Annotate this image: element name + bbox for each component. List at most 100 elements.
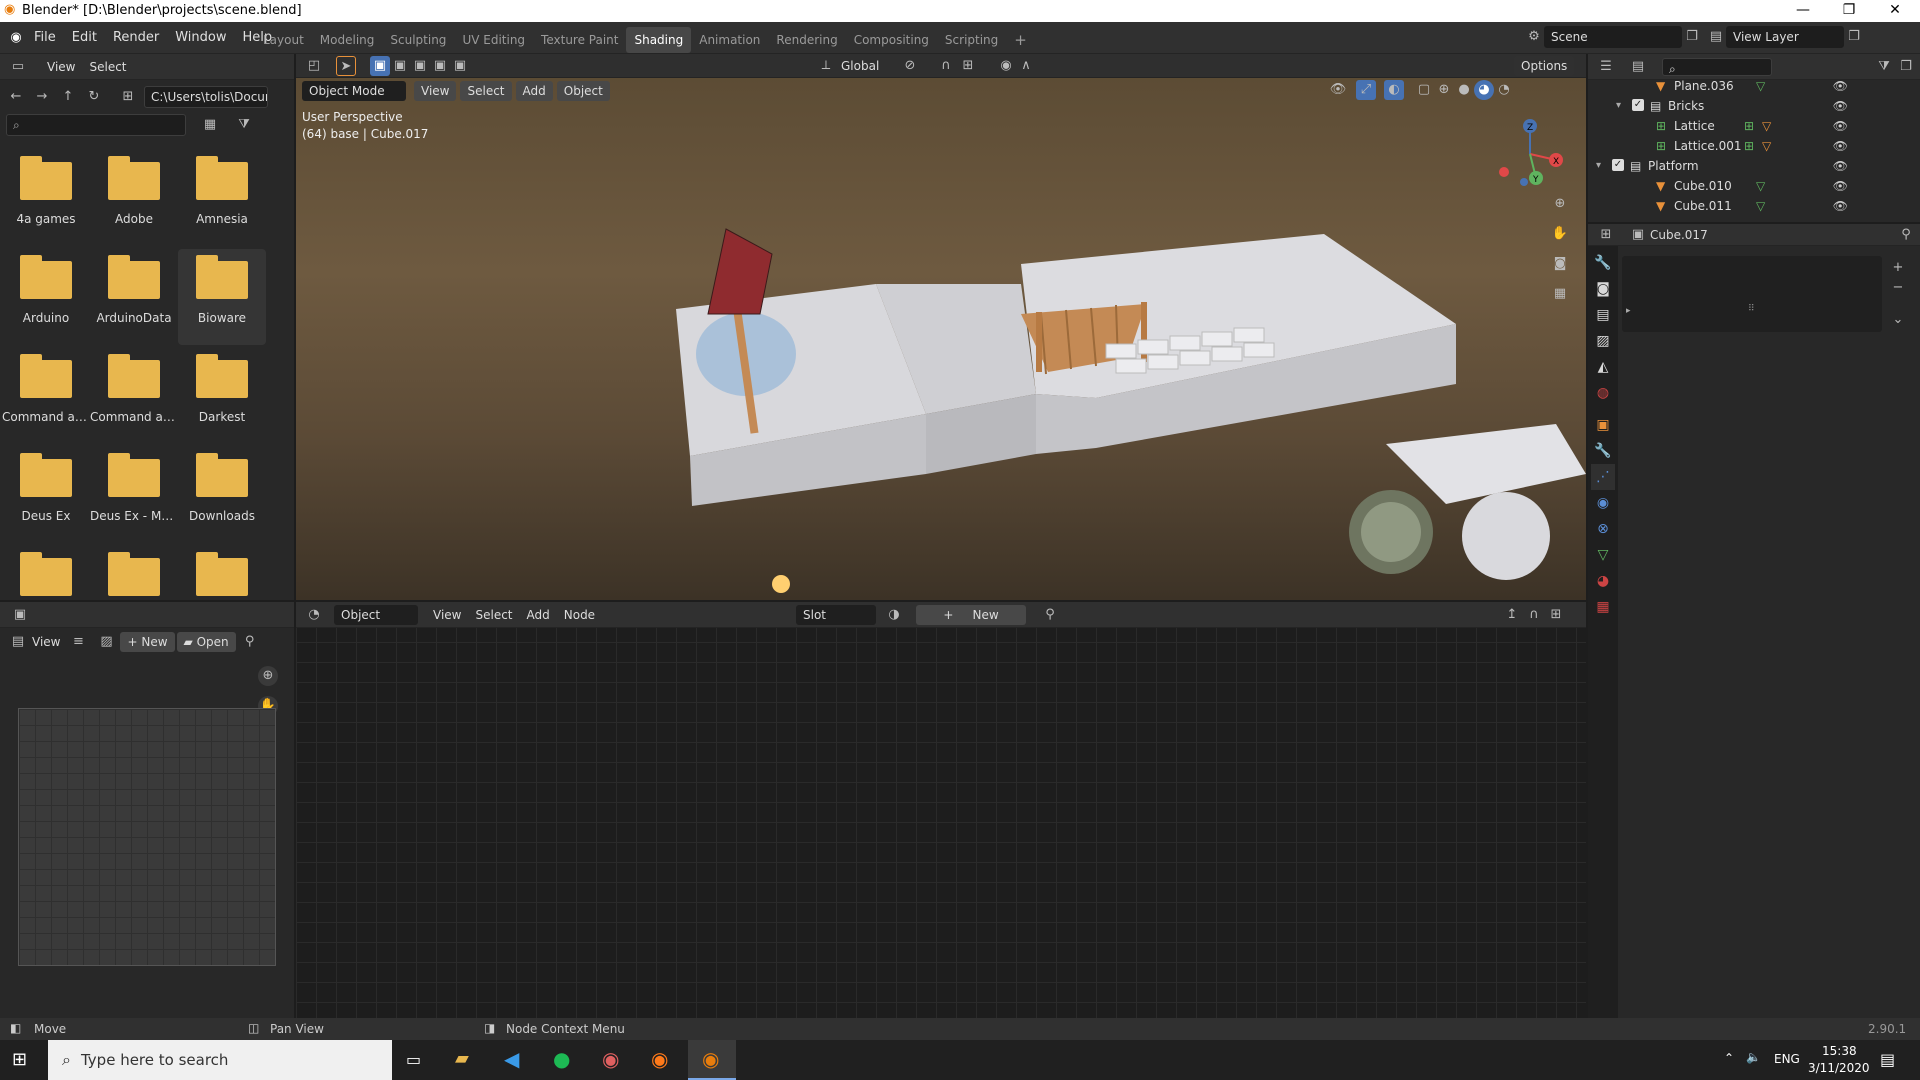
collection-checkbox[interactable]: ✓ <box>1612 159 1624 171</box>
display-mode-icon[interactable]: ▦ <box>200 115 220 135</box>
zoom-icon[interactable]: ⊕ <box>258 666 278 686</box>
output-tab-icon[interactable]: ▤ <box>1591 302 1615 328</box>
maximize-button[interactable]: ❐ <box>1826 0 1872 22</box>
texture-tab-icon[interactable]: ▦ <box>1591 594 1615 620</box>
volume-icon[interactable]: 🔈 <box>1746 1050 1761 1064</box>
editor-type-icon[interactable]: ▣ <box>10 605 30 625</box>
scene-tab-icon[interactable]: ◭ <box>1591 354 1615 380</box>
notifications-icon[interactable]: ▤ <box>1880 1050 1895 1069</box>
folder-item[interactable]: Command an... <box>90 348 178 444</box>
menu-edit[interactable]: Edit <box>64 22 105 54</box>
modifier-tab-icon[interactable]: 🔧 <box>1591 438 1615 464</box>
viewlayer-icon[interactable]: ▤ <box>1706 27 1726 47</box>
task-view-icon[interactable]: ▭ <box>406 1050 421 1069</box>
menu-window[interactable]: Window <box>167 22 234 54</box>
collection-checkbox[interactable]: ✓ <box>1632 99 1644 111</box>
snap-icon[interactable]: ∩ <box>1524 605 1544 625</box>
menu-render[interactable]: Render <box>105 22 167 54</box>
tool-tab-icon[interactable]: 🔧 <box>1591 250 1615 276</box>
path-field[interactable]: C:\Users\tolis\Docume... <box>144 86 268 108</box>
tab-rendering[interactable]: Rendering <box>768 27 845 53</box>
outliner-row[interactable]: ▼ Plane.036 ▽ 👁 <box>1588 76 1858 96</box>
viewlayer-field[interactable]: View Layer <box>1726 26 1844 48</box>
visibility-eye-icon[interactable]: 👁 <box>1833 76 1848 96</box>
fb-view-menu[interactable]: View <box>40 56 82 78</box>
tab-modeling[interactable]: Modeling <box>312 27 383 53</box>
firefox-icon[interactable]: ◉ <box>651 1047 668 1071</box>
new-material-button[interactable]: + New <box>916 605 1026 625</box>
clock-date[interactable]: 3/11/2020 <box>1808 1061 1870 1075</box>
editor-type-icon[interactable]: ▭ <box>8 57 28 77</box>
new-image-button[interactable]: + New <box>120 632 175 652</box>
back-icon[interactable]: ← <box>6 87 26 107</box>
ne-node-menu[interactable]: Node <box>557 604 602 626</box>
filter-icon[interactable]: ⧩ <box>1874 57 1894 77</box>
outliner-row[interactable]: ▾ ✓ ▤ Bricks 👁 <box>1588 96 1858 116</box>
file-explorer-icon[interactable]: ▰ <box>455 1048 469 1069</box>
shader-node-editor[interactable]: ◔ Object View Select Add Node Slot ◑ + N… <box>296 602 1586 1018</box>
fb-select-menu[interactable]: Select <box>82 56 133 78</box>
remove-slot-icon[interactable]: − <box>1888 278 1908 298</box>
particles-tab-icon[interactable]: ⋰ <box>1591 464 1615 490</box>
folder-item[interactable]: ArduinoData <box>90 249 178 345</box>
folder-item[interactable]: Arduino <box>2 249 90 345</box>
visibility-eye-icon[interactable]: 👁 <box>1833 96 1848 116</box>
constraints-tab-icon[interactable]: ⊗ <box>1591 516 1615 542</box>
view-layer-tab-icon[interactable]: ▨ <box>1591 328 1615 354</box>
outliner-row[interactable]: ⊞ Lattice.001 ⊞ ▽ 👁 <box>1588 136 1858 156</box>
expand-icon[interactable]: ▸ <box>1626 306 1631 316</box>
pin-icon[interactable]: ⚲ <box>1040 605 1060 625</box>
vscode-icon[interactable]: ◀ <box>504 1047 519 1071</box>
refresh-icon[interactable]: ↻ <box>84 87 104 107</box>
folder-item[interactable] <box>2 546 90 600</box>
windows-start-icon[interactable]: ⊞ <box>12 1049 27 1070</box>
spotify-icon[interactable]: ● <box>553 1047 570 1071</box>
material-tab-icon[interactable]: ◕ <box>1591 568 1615 594</box>
blender-taskbar-item[interactable]: ◉ <box>688 1040 736 1080</box>
slot-menu-icon[interactable]: ⌄ <box>1888 310 1908 330</box>
3d-viewport[interactable]: ◰ ➤ ▣ ▣ ▣ ▣ ▣ ⟂ Global ⊘ ∩ ⊞ ◉ ∧ Options… <box>296 54 1586 600</box>
minimize-button[interactable]: — <box>1780 0 1826 22</box>
outliner-row[interactable]: ▾ ✓ ▤ Platform 👁 <box>1588 156 1858 176</box>
world-tab-icon[interactable]: ◍ <box>1591 380 1615 406</box>
tab-compositing[interactable]: Compositing <box>846 27 937 53</box>
folder-item[interactable]: Bioware <box>178 249 266 345</box>
new-viewlayer-icon[interactable]: ❐ <box>1844 27 1864 47</box>
folder-item[interactable]: 4a games <box>2 150 90 246</box>
close-button[interactable]: ✕ <box>1872 0 1918 22</box>
tab-scripting[interactable]: Scripting <box>937 27 1006 53</box>
tab-sculpting[interactable]: Sculpting <box>382 27 454 53</box>
new-scene-icon[interactable]: ❐ <box>1682 27 1702 47</box>
editor-type-icon[interactable]: ☰ <box>1596 57 1616 77</box>
image-canvas[interactable] <box>18 708 276 966</box>
tab-uv-editing[interactable]: UV Editing <box>454 27 533 53</box>
folder-item[interactable] <box>90 546 178 600</box>
pin-icon[interactable]: ⚲ <box>1896 225 1916 245</box>
visibility-eye-icon[interactable]: 👁 <box>1833 156 1848 176</box>
image-browse-icon[interactable]: ▨ <box>96 632 116 652</box>
tab-animation[interactable]: Animation <box>691 27 768 53</box>
editor-type-icon[interactable]: ◔ <box>304 605 324 625</box>
tab-layout[interactable]: Layout <box>255 27 312 53</box>
expand-arrow-icon[interactable]: ▾ <box>1616 96 1621 116</box>
fb-search-input[interactable]: ⌕ <box>6 114 186 136</box>
blender-menu-icon[interactable]: ◉ <box>6 28 26 48</box>
slot-dropdown[interactable]: Slot <box>796 605 876 625</box>
folder-item[interactable]: Amnesia <box>178 150 266 246</box>
outliner-search-input[interactable]: ⌕ <box>1662 57 1772 76</box>
visibility-eye-icon[interactable]: 👁 <box>1833 196 1848 216</box>
filter-icon[interactable]: ⧩ <box>234 115 254 135</box>
render-tab-icon[interactable]: ◙ <box>1591 276 1615 302</box>
new-folder-icon[interactable]: ⊞ <box>118 87 138 107</box>
object-tab-icon[interactable]: ▣ <box>1591 412 1615 438</box>
expand-arrow-icon[interactable]: ▾ <box>1596 156 1601 176</box>
add-slot-icon[interactable]: + <box>1888 258 1908 278</box>
visibility-eye-icon[interactable]: 👁 <box>1833 136 1848 156</box>
visibility-eye-icon[interactable]: 👁 <box>1833 116 1848 136</box>
language-indicator[interactable]: ENG <box>1774 1052 1800 1066</box>
parent-node-icon[interactable]: ↥ <box>1502 605 1522 625</box>
outliner-row[interactable]: ▼ Cube.010 ▽ 👁 <box>1588 176 1858 196</box>
ne-select-menu[interactable]: Select <box>468 604 519 626</box>
folder-item[interactable] <box>178 546 266 600</box>
folder-item[interactable]: Downloads <box>178 447 266 543</box>
